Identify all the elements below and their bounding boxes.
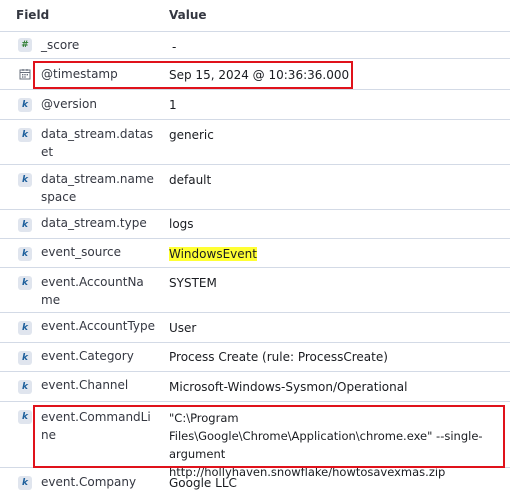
field-value: User	[169, 321, 197, 335]
field-value: generic	[169, 128, 214, 142]
field-value: logs	[169, 217, 194, 231]
keyword-k-icon: k	[18, 410, 32, 424]
table-row: # _score -	[0, 32, 510, 59]
field-value: Microsoft-Windows-Sysmon/Operational	[169, 380, 408, 394]
field-name: event.AccountName	[41, 275, 144, 307]
field-name: event.Company	[41, 475, 137, 489]
table-row: k data_stream.namespace default	[0, 165, 510, 210]
field-name: _score	[41, 38, 80, 52]
hash-icon: #	[18, 38, 32, 52]
table-row: k event.Channel Microsoft-Windows-Sysmon…	[0, 372, 510, 402]
keyword-k-icon: k	[18, 247, 32, 261]
field-column-header: Field	[16, 8, 50, 22]
table-row: k event.AccountType User	[0, 313, 510, 343]
field-name: @timestamp	[41, 67, 118, 81]
keyword-k-icon: k	[18, 476, 32, 490]
field-value: Sep 15, 2024 @ 10:36:36.000	[169, 68, 350, 82]
field-name: event_source	[41, 245, 122, 259]
table-row: k data_stream.dataset generic	[0, 120, 510, 165]
value-column-header: Value	[169, 8, 207, 22]
field-value: default	[169, 173, 212, 187]
field-value: Google LLC	[169, 476, 237, 490]
field-name: event.Category	[41, 349, 134, 363]
table-row: k event.AccountName SYSTEM	[0, 268, 510, 313]
search-highlight: WindowsEvent	[169, 247, 257, 261]
table-row: k event_source WindowsEvent	[0, 239, 510, 268]
field-name: event.AccountType	[41, 319, 156, 333]
field-value: WindowsEvent	[169, 245, 257, 263]
keyword-k-icon: k	[18, 276, 32, 290]
keyword-k-icon: k	[18, 173, 32, 187]
keyword-k-icon: k	[18, 218, 32, 232]
table-header: Field Value	[0, 0, 510, 32]
keyword-k-icon: k	[18, 321, 32, 335]
field-name: event.Channel	[41, 378, 129, 392]
field-name: event.CommandLine	[41, 410, 151, 442]
keyword-k-icon: k	[18, 380, 32, 394]
field-value: -	[172, 40, 177, 54]
keyword-k-icon: k	[18, 351, 32, 365]
field-name: @version	[41, 97, 97, 111]
keyword-k-icon: k	[18, 128, 32, 142]
keyword-k-icon: k	[18, 98, 32, 112]
table-row: @timestamp Sep 15, 2024 @ 10:36:36.000	[0, 59, 510, 90]
field-name: data_stream.type	[41, 216, 147, 230]
field-value: SYSTEM	[169, 276, 217, 290]
table-row: k event.Company Google LLC	[0, 468, 510, 501]
table-row: k event.Category Process Create (rule: P…	[0, 343, 510, 372]
field-value: 1	[169, 98, 177, 112]
calendar-icon	[18, 68, 32, 82]
field-name: data_stream.namespace	[41, 172, 154, 204]
table-row: k event.CommandLine "C:\Program Files\Go…	[0, 402, 510, 479]
table-row: k @version 1	[0, 90, 510, 120]
field-value: Process Create (rule: ProcessCreate)	[169, 350, 388, 364]
field-name: data_stream.dataset	[41, 127, 154, 159]
table-row: k data_stream.type logs	[0, 210, 510, 239]
